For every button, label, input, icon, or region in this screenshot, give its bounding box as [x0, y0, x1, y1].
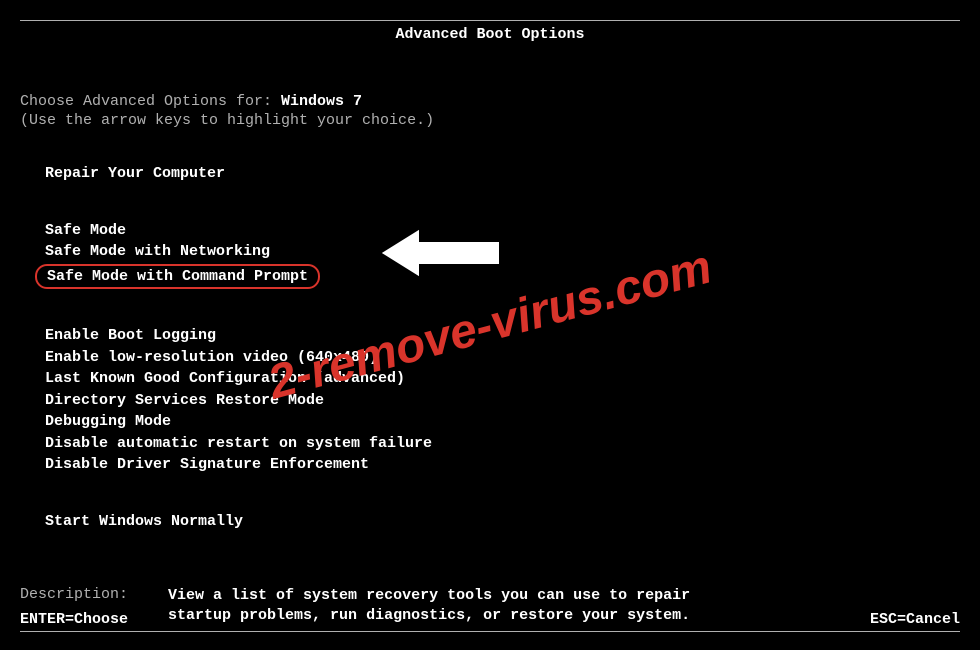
footer-enter-hint: ENTER=Choose [20, 611, 128, 628]
menu-item-safe-mode-networking[interactable]: Safe Mode with Networking [45, 242, 960, 262]
footer-esc-hint: ESC=Cancel [870, 611, 960, 628]
menu-item-safe-mode-command-prompt[interactable]: Safe Mode with Command Prompt [45, 264, 960, 290]
menu-item-disable-driver-sig[interactable]: Disable Driver Signature Enforcement [45, 455, 960, 475]
menu-item-boot-logging[interactable]: Enable Boot Logging [45, 326, 960, 346]
os-name: Windows 7 [281, 93, 362, 110]
menu-item-start-normally[interactable]: Start Windows Normally [45, 512, 960, 532]
boot-menu[interactable]: Repair Your Computer Safe Mode Safe Mode… [20, 164, 960, 531]
page-title: Advanced Boot Options [20, 20, 960, 43]
menu-item-repair[interactable]: Repair Your Computer [45, 164, 960, 184]
footer-bar: ENTER=Choose ESC=Cancel [20, 611, 960, 632]
description-line-1: View a list of system recovery tools you… [168, 586, 690, 606]
menu-item-low-res-video[interactable]: Enable low-resolution video (640x480) [45, 348, 960, 368]
prompt-prefix: Choose Advanced Options for: [20, 93, 281, 110]
choose-prompt: Choose Advanced Options for: Windows 7 [20, 93, 960, 110]
boot-screen: Advanced Boot Options Choose Advanced Op… [0, 0, 980, 650]
menu-item-disable-restart[interactable]: Disable automatic restart on system fail… [45, 434, 960, 454]
instruction-text: (Use the arrow keys to highlight your ch… [20, 112, 960, 129]
highlighted-option[interactable]: Safe Mode with Command Prompt [35, 264, 320, 290]
menu-item-directory-services[interactable]: Directory Services Restore Mode [45, 391, 960, 411]
menu-item-safe-mode[interactable]: Safe Mode [45, 221, 960, 241]
menu-item-last-known-good[interactable]: Last Known Good Configuration (advanced) [45, 369, 960, 389]
menu-item-debugging[interactable]: Debugging Mode [45, 412, 960, 432]
